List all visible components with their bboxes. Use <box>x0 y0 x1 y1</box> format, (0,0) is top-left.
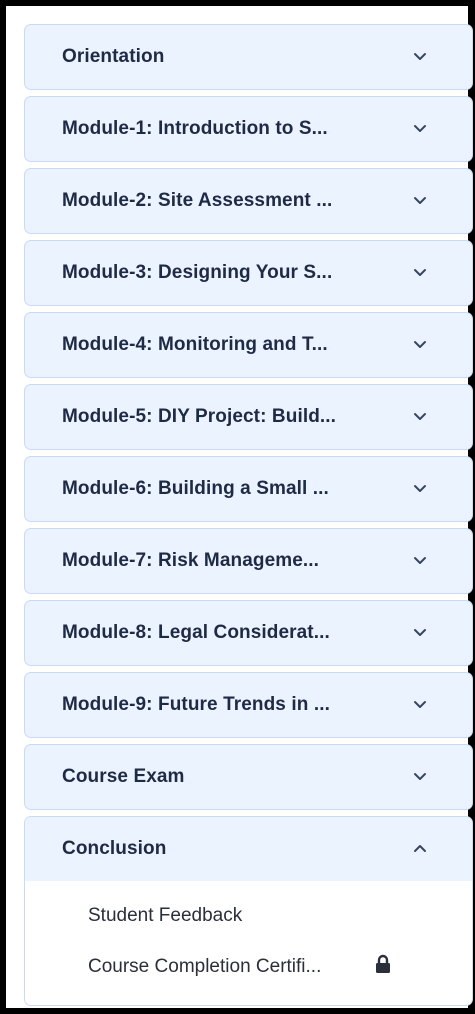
chevron-down-icon <box>412 195 428 207</box>
module-accordion-conclusion: Conclusion Student Feedback Course Compl… <box>24 816 473 1006</box>
module-title: Module-6: Building a Small ... <box>62 478 329 499</box>
chevron-down-icon <box>412 555 428 567</box>
module-title: Module-5: DIY Project: Build... <box>62 406 337 427</box>
conclusion-header[interactable]: Conclusion <box>25 817 472 881</box>
module-title: Conclusion <box>62 838 167 859</box>
chevron-up-icon <box>412 843 428 855</box>
module-accordion-5[interactable]: Module-5: DIY Project: Build... <box>24 384 473 450</box>
module-accordion-1[interactable]: Module-1: Introduction to S... <box>24 96 473 162</box>
course-outline-panel: Orientation Module-1: Introduction to S.… <box>0 0 475 1014</box>
chevron-down-icon <box>412 627 428 639</box>
module-accordion-7[interactable]: Module-7: Risk Manageme... <box>24 528 473 594</box>
chevron-down-icon <box>412 51 428 63</box>
lock-icon <box>374 954 392 974</box>
lesson-course-completion-certificate[interactable]: Course Completion Certifi... <box>88 956 321 978</box>
module-title: Course Exam <box>62 766 185 787</box>
module-accordion-list: Orientation Module-1: Introduction to S.… <box>24 24 473 1006</box>
chevron-down-icon <box>412 267 428 279</box>
module-title: Module-9: Future Trends in ... <box>62 694 330 715</box>
module-accordion-2[interactable]: Module-2: Site Assessment ... <box>24 168 473 234</box>
module-accordion-course-exam[interactable]: Course Exam <box>24 744 473 810</box>
conclusion-content: Student Feedback Course Completion Certi… <box>25 881 472 1005</box>
chevron-down-icon <box>412 411 428 423</box>
module-accordion-orientation[interactable]: Orientation <box>24 24 473 90</box>
module-accordion-4[interactable]: Module-4: Monitoring and T... <box>24 312 473 378</box>
module-title: Module-7: Risk Manageme... <box>62 550 320 571</box>
chevron-down-icon <box>412 123 428 135</box>
module-title: Orientation <box>62 46 165 67</box>
module-title: Module-1: Introduction to S... <box>62 118 328 139</box>
module-title: Module-3: Designing Your S... <box>62 262 333 283</box>
chevron-down-icon <box>412 483 428 495</box>
module-title: Module-2: Site Assessment ... <box>62 190 333 211</box>
module-accordion-8[interactable]: Module-8: Legal Considerat... <box>24 600 473 666</box>
lesson-student-feedback[interactable]: Student Feedback <box>88 905 242 927</box>
chevron-down-icon <box>412 771 428 783</box>
chevron-down-icon <box>412 339 428 351</box>
module-title: Module-8: Legal Considerat... <box>62 622 330 643</box>
module-accordion-3[interactable]: Module-3: Designing Your S... <box>24 240 473 306</box>
module-accordion-9[interactable]: Module-9: Future Trends in ... <box>24 672 473 738</box>
chevron-down-icon <box>412 699 428 711</box>
module-title: Module-4: Monitoring and T... <box>62 334 328 355</box>
module-accordion-6[interactable]: Module-6: Building a Small ... <box>24 456 473 522</box>
